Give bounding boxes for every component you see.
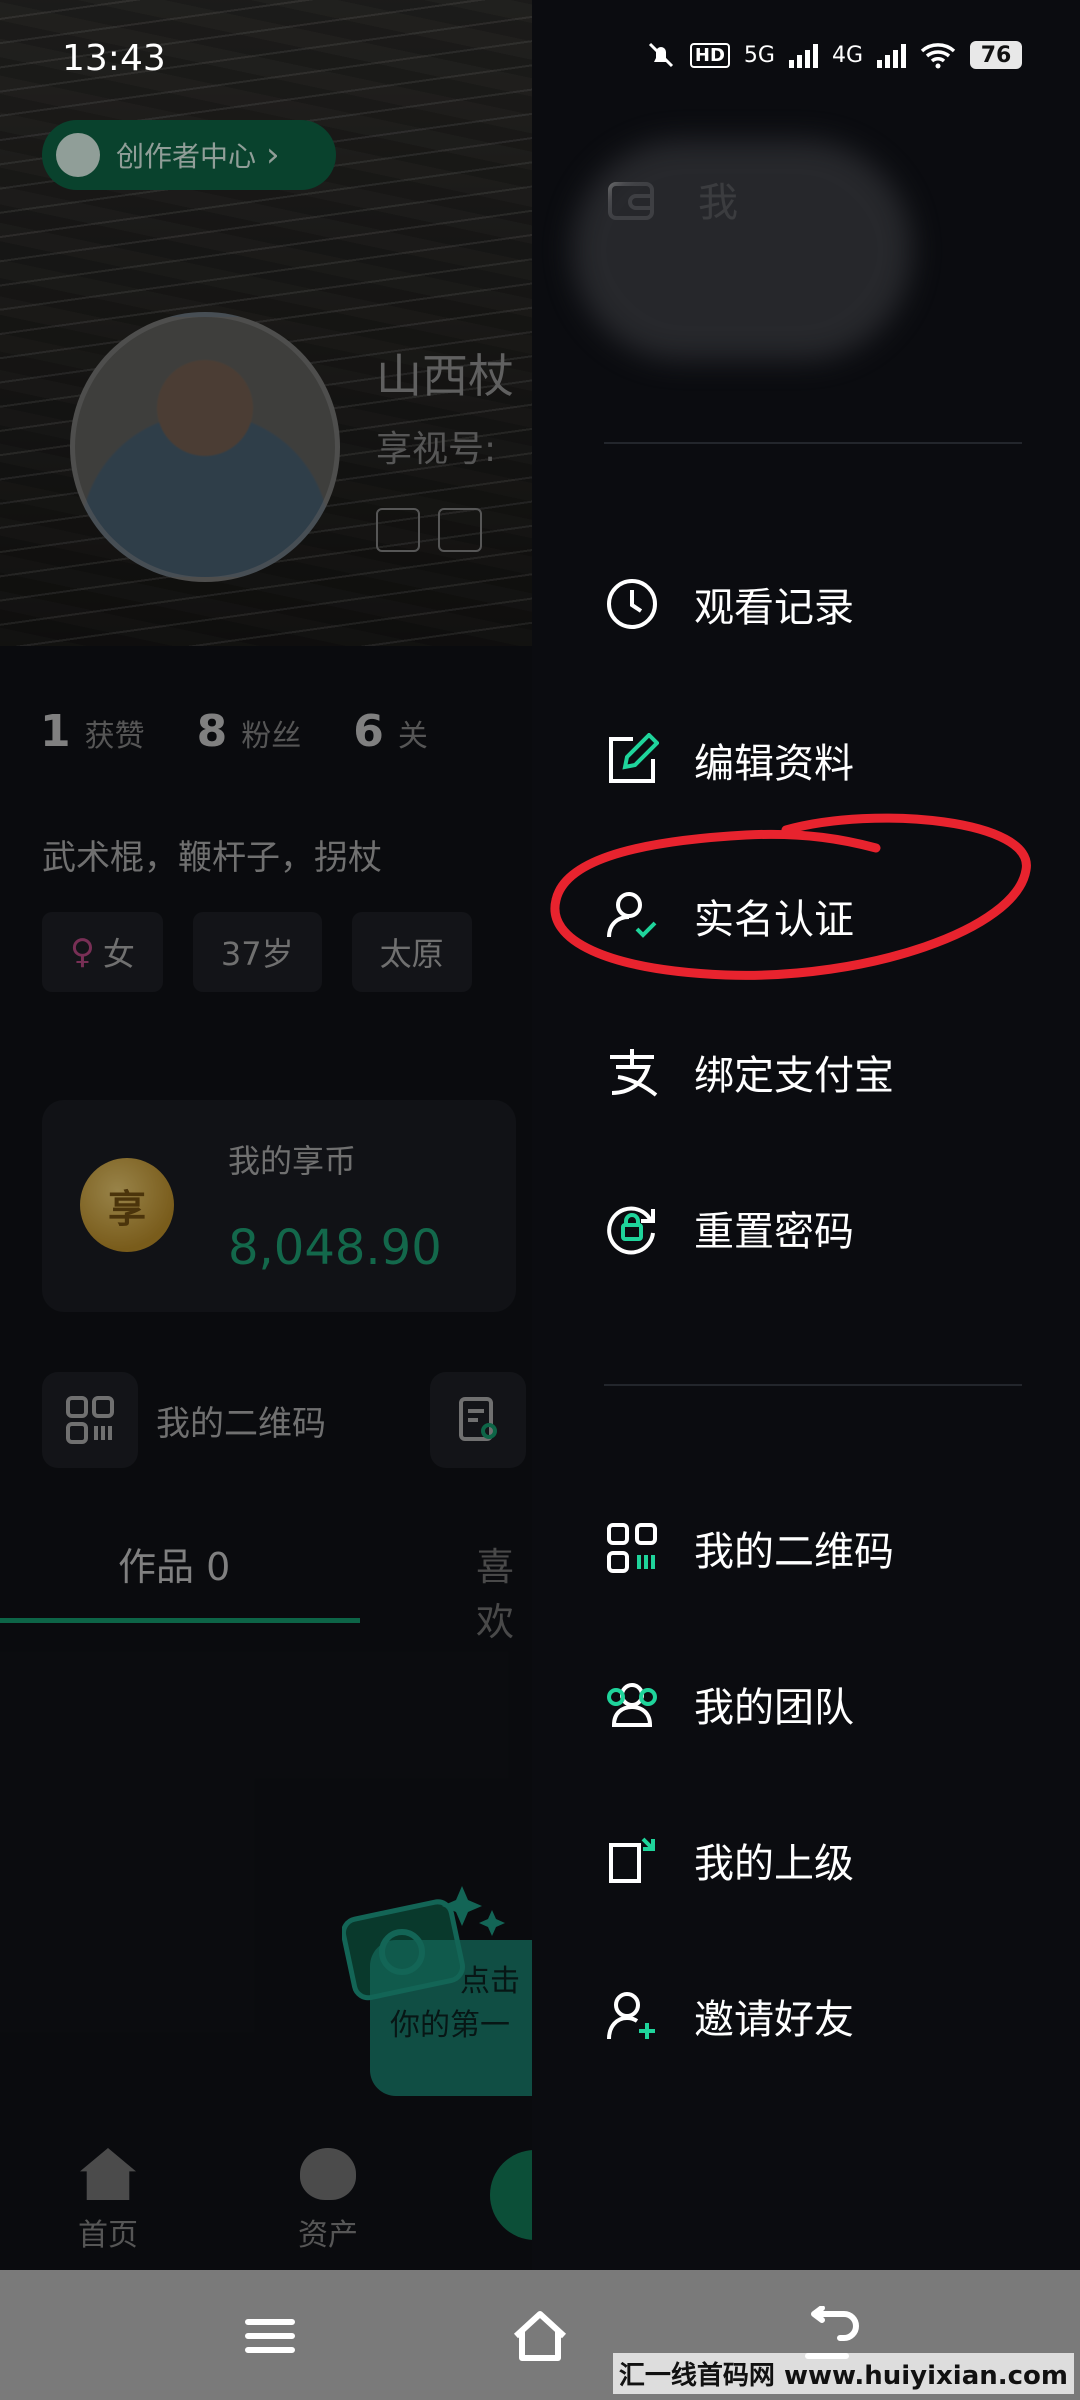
superior-icon — [604, 1832, 660, 1888]
clock-icon — [604, 576, 660, 632]
drawer-item-edit-profile[interactable]: 编辑资料 — [604, 720, 854, 800]
invite-friend-icon — [604, 1988, 660, 2044]
profile-page: 创作者中心 › 山西杖 享视号: 1 获赞 8 粉丝 6关 武术棍，鞭杆子，拐杖 ♀… — [0, 0, 532, 2270]
drawer-item-reset-password[interactable]: 重置密码 — [604, 1188, 854, 1268]
team-icon — [604, 1676, 660, 1732]
hd-icon: HD — [689, 42, 730, 68]
drawer-item-my-team[interactable]: 我的团队 — [604, 1664, 854, 1744]
signal-icon-2 — [877, 42, 906, 68]
edit-icon — [604, 732, 660, 788]
drawer-item-my-qr-code[interactable]: 我的二维码 — [604, 1508, 894, 1588]
blurred-region — [572, 140, 912, 360]
signal-icon — [788, 42, 818, 68]
drawer-item-watch-history[interactable]: 观看记录 — [604, 564, 854, 644]
side-drawer: 我 观看记录 编辑资料 实名认证 绑定支付宝 重置密码 — [532, 0, 1080, 2270]
net-5g-label: 5G — [743, 42, 775, 68]
menu-icon[interactable] — [240, 2306, 300, 2366]
mute-bell-icon — [648, 42, 673, 68]
home-icon[interactable] — [510, 2306, 570, 2366]
drawer-item-real-name-verify[interactable]: 实名认证 — [604, 876, 854, 956]
divider — [604, 1384, 1022, 1386]
drawer-item-bind-alipay[interactable]: 绑定支付宝 — [604, 1032, 894, 1112]
status-bar: 13:43 HD 5G 4G 76 — [0, 0, 1080, 120]
qr-code-icon — [604, 1520, 660, 1576]
system-nav-bar: 汇一线首码网 www.huiyixian.com — [0, 2270, 1080, 2400]
verify-user-icon — [604, 888, 660, 944]
status-time: 13:43 — [62, 38, 166, 79]
wifi-icon — [920, 43, 956, 69]
divider — [604, 442, 1022, 444]
drawer-scrim[interactable] — [0, 0, 532, 2270]
net-4g-label: 4G — [831, 42, 863, 68]
alipay-icon — [604, 1044, 660, 1100]
drawer-item-invite-friends[interactable]: 邀请好友 — [604, 1976, 854, 2056]
reset-password-icon — [604, 1200, 660, 1256]
drawer-item-my-superior[interactable]: 我的上级 — [604, 1820, 854, 1900]
watermark: 汇一线首码网 www.huiyixian.com — [612, 2353, 1074, 2394]
battery-icon: 76 — [970, 41, 1022, 69]
status-icons: HD 5G 4G 76 — [646, 40, 1022, 70]
